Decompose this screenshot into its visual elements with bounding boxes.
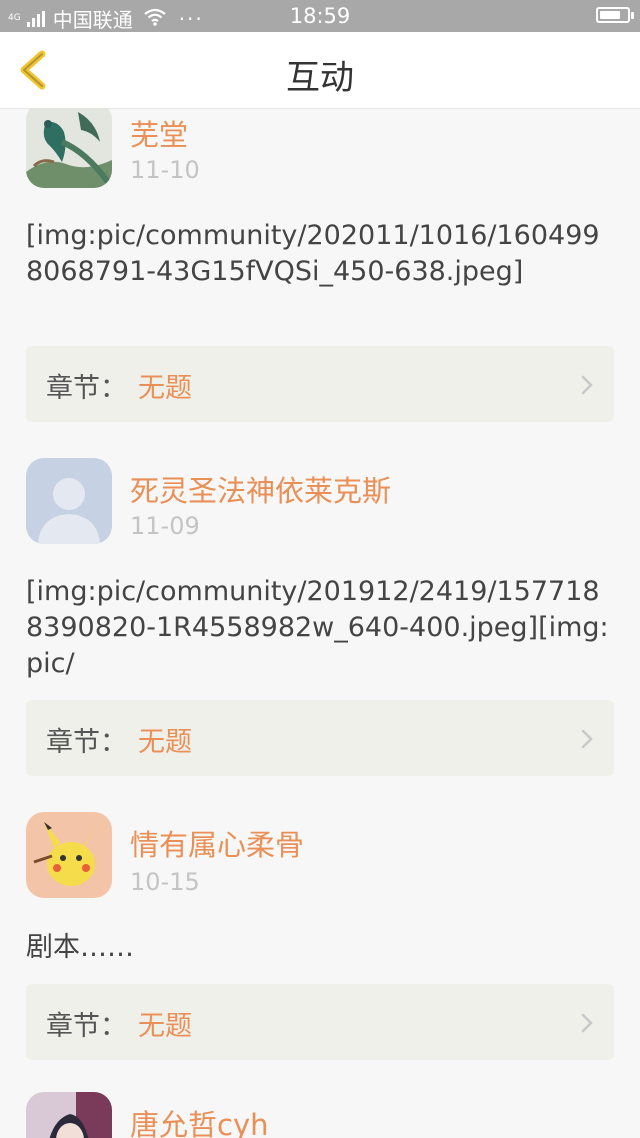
author-name[interactable]: 情有属心柔骨 [130, 822, 304, 864]
avatar[interactable] [26, 1092, 112, 1138]
chapter-label: 章节： [46, 727, 127, 758]
avatar[interactable] [26, 458, 112, 544]
nav-header: 互动 [0, 32, 640, 109]
pikachu-avatar-icon [26, 812, 112, 898]
page-title: 互动 [286, 58, 354, 98]
battery-icon [596, 7, 634, 23]
post-date: 10-15 [130, 868, 200, 896]
battery-level [600, 11, 620, 19]
post-date: 11-09 [130, 512, 200, 540]
anime-avatar-icon [26, 1092, 112, 1138]
avatar[interactable] [26, 108, 112, 188]
chevron-right-icon [581, 375, 593, 395]
post-content: [img:pic/community/201912/2419/157718839… [26, 576, 609, 679]
status-bar: 4G 中国联通 ··· 18:59 [0, 0, 640, 32]
chevron-right-icon [581, 1013, 593, 1033]
status-time: 18:59 [289, 4, 351, 28]
author-name[interactable]: 死灵圣法神依莱克斯 [130, 468, 391, 510]
chapter-link[interactable]: 章节： 无题 [26, 700, 614, 776]
chapter-value: 无题 [138, 727, 192, 758]
chevron-right-icon [581, 729, 593, 749]
chapter-link[interactable]: 章节： 无题 [26, 984, 614, 1060]
default-user-icon [26, 458, 112, 544]
post-content: 剧本…… [26, 932, 134, 963]
post-content: [img:pic/community/202011/1016/160499806… [26, 220, 600, 287]
author-name[interactable]: 芜堂 [130, 112, 188, 154]
author-name[interactable]: 唐允哲cyh [130, 1102, 269, 1138]
chapter-label: 章节： [46, 373, 127, 404]
chapter-value: 无题 [138, 373, 192, 404]
post-date: 11-10 [130, 156, 200, 184]
peacock-avatar-icon [26, 108, 112, 188]
chapter-link[interactable]: 章节： 无题 [26, 346, 614, 422]
avatar[interactable] [26, 812, 112, 898]
chapter-label: 章节： [46, 1011, 127, 1042]
chapter-value: 无题 [138, 1011, 192, 1042]
interaction-feed[interactable]: 芜堂 11-10 [img:pic/community/202011/1016/… [0, 108, 640, 1138]
